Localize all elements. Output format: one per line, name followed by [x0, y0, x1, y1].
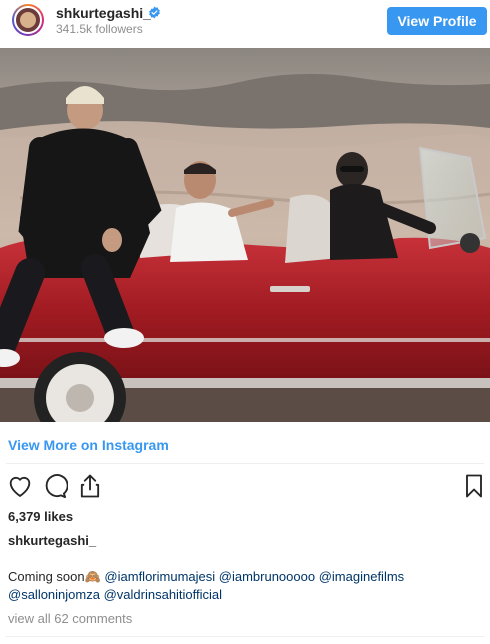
mention-link[interactable]: @iambrunooooo — [219, 569, 315, 584]
username-link[interactable]: shkurtegashi_ — [56, 5, 151, 21]
mention-link[interactable]: @valdrinsahitiofficial — [104, 587, 222, 602]
divider — [6, 636, 484, 637]
caption-username[interactable]: shkurtegashi_ — [8, 533, 96, 548]
caption-text: Coming soon🙈 @iamflorimumajesi @iambruno… — [8, 568, 483, 604]
heart-icon[interactable] — [6, 472, 34, 500]
share-icon[interactable] — [76, 472, 104, 500]
verified-badge-icon — [149, 6, 160, 19]
follower-count: 341.5k followers — [56, 22, 143, 36]
avatar[interactable] — [12, 4, 44, 36]
mention-link[interactable]: @iamflorimumajesi — [104, 569, 215, 584]
post-photo-image — [0, 48, 490, 422]
bookmark-icon[interactable] — [460, 472, 488, 500]
view-profile-button[interactable]: View Profile — [387, 7, 487, 35]
view-all-comments-link[interactable]: view all 62 comments — [8, 611, 132, 626]
caption-body: Coming soon🙈 — [8, 569, 101, 584]
action-bar — [0, 472, 490, 504]
divider — [6, 463, 484, 464]
comment-icon[interactable] — [40, 472, 68, 500]
view-more-on-instagram-link[interactable]: View More on Instagram — [8, 437, 169, 453]
post-photo[interactable] — [0, 48, 490, 422]
like-count[interactable]: 6,379 likes — [8, 509, 73, 524]
instagram-embed-card: shkurtegashi_ 341.5k followers View Prof… — [0, 0, 490, 644]
mention-link[interactable]: @imaginefilms — [319, 569, 404, 584]
avatar-image — [14, 6, 42, 34]
post-header: shkurtegashi_ 341.5k followers View Prof… — [0, 0, 490, 48]
mention-link[interactable]: @salloninjomza — [8, 587, 100, 602]
